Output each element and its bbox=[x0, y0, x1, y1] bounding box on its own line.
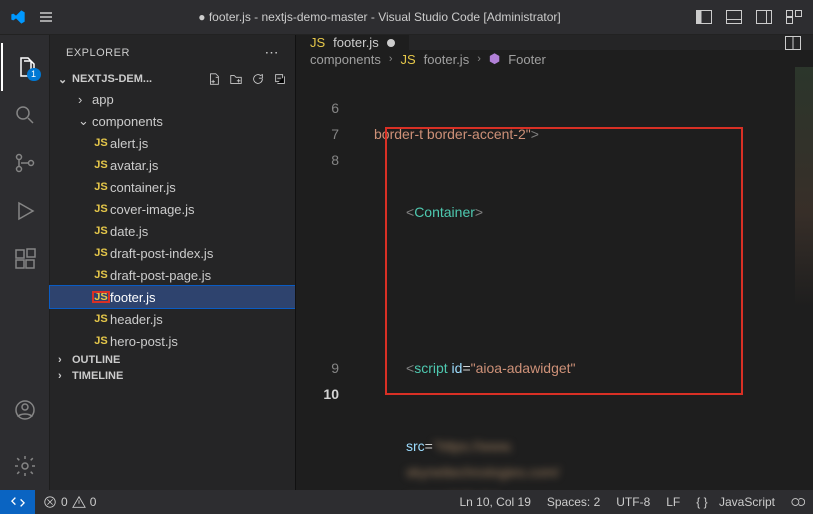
chevron-right-icon: › bbox=[58, 354, 72, 366]
vscode-logo-icon bbox=[10, 9, 26, 25]
chevron-down-icon: ⌄ bbox=[78, 113, 92, 129]
encoding-status[interactable]: UTF-8 bbox=[608, 495, 658, 509]
line-gutter: 6 7 8 9 10 bbox=[296, 67, 354, 490]
js-file-icon: JS bbox=[401, 52, 416, 67]
code-editor[interactable]: 6 7 8 9 10 border-t border-accent-2"> <C… bbox=[296, 67, 813, 490]
folder-components[interactable]: ⌄components bbox=[50, 110, 295, 132]
new-folder-icon[interactable] bbox=[229, 72, 243, 86]
js-file-icon: JS bbox=[310, 35, 325, 50]
minimap[interactable] bbox=[795, 67, 813, 307]
collapse-all-icon[interactable] bbox=[273, 72, 287, 86]
tab-footer-js[interactable]: JS footer.js bbox=[296, 35, 409, 50]
file-header[interactable]: JSheader.js bbox=[50, 308, 295, 330]
js-file-icon: JS bbox=[92, 291, 110, 303]
workspace-section-header[interactable]: ⌄ NEXTJS-DEM... bbox=[50, 70, 295, 88]
js-file-icon: JS bbox=[92, 269, 110, 281]
language-status[interactable]: { } JavaScript bbox=[688, 495, 783, 509]
split-editor-icon[interactable] bbox=[773, 35, 813, 50]
outline-section-header[interactable]: ›OUTLINE bbox=[50, 352, 295, 368]
file-avatar[interactable]: JSavatar.js bbox=[50, 154, 295, 176]
folder-app[interactable]: ›app bbox=[50, 88, 295, 110]
tab-label: footer.js bbox=[333, 35, 379, 50]
editor-tabs: JS footer.js bbox=[296, 35, 813, 51]
explorer-activity-icon[interactable]: 1 bbox=[1, 43, 49, 91]
search-activity-icon[interactable] bbox=[1, 91, 49, 139]
js-file-icon: JS bbox=[92, 247, 110, 259]
explorer-badge: 1 bbox=[27, 68, 41, 81]
file-draft-post-index[interactable]: JSdraft-post-index.js bbox=[50, 242, 295, 264]
run-debug-activity-icon[interactable] bbox=[1, 187, 49, 235]
problems-status[interactable]: 0 0 bbox=[35, 495, 104, 509]
explorer-title: EXPLORER bbox=[66, 47, 130, 59]
code-content[interactable]: border-t border-accent-2"> <Container> <… bbox=[354, 67, 813, 490]
layout-right-icon[interactable] bbox=[755, 8, 773, 26]
sidebar-header: EXPLORER ⋯ bbox=[50, 35, 295, 70]
file-alert[interactable]: JSalert.js bbox=[50, 132, 295, 154]
js-file-icon: JS bbox=[92, 313, 110, 325]
window-title: ● footer.js - nextjs-demo-master - Visua… bbox=[64, 10, 695, 24]
layout-bottom-icon[interactable] bbox=[725, 8, 743, 26]
refresh-icon[interactable] bbox=[251, 72, 265, 86]
editor-area: JS footer.js components › JS footer.js ›… bbox=[295, 35, 813, 490]
eol-status[interactable]: LF bbox=[658, 495, 688, 509]
js-file-icon: JS bbox=[92, 159, 110, 171]
file-hero-post[interactable]: JShero-post.js bbox=[50, 330, 295, 352]
js-file-icon: JS bbox=[92, 335, 110, 347]
source-control-activity-icon[interactable] bbox=[1, 139, 49, 187]
layout-left-icon[interactable] bbox=[695, 8, 713, 26]
file-container[interactable]: JScontainer.js bbox=[50, 176, 295, 198]
js-file-icon: JS bbox=[92, 181, 110, 193]
breadcrumb-symbol[interactable]: Footer bbox=[508, 52, 546, 67]
customize-layout-icon[interactable] bbox=[785, 8, 803, 26]
chevron-right-icon: › bbox=[58, 370, 72, 382]
file-date[interactable]: JSdate.js bbox=[50, 220, 295, 242]
workspace-name: NEXTJS-DEM... bbox=[72, 73, 152, 85]
feedback-icon[interactable] bbox=[783, 495, 813, 509]
file-draft-post-page[interactable]: JSdraft-post-page.js bbox=[50, 264, 295, 286]
new-file-icon[interactable] bbox=[207, 72, 221, 86]
cursor-position[interactable]: Ln 10, Col 19 bbox=[451, 495, 538, 509]
more-actions-icon[interactable]: ⋯ bbox=[265, 44, 280, 61]
js-file-icon: JS bbox=[92, 203, 110, 215]
activity-bar: 1 bbox=[0, 35, 50, 490]
file-cover-image[interactable]: JScover-image.js bbox=[50, 198, 295, 220]
modified-dot-icon bbox=[387, 39, 395, 47]
breadcrumb-components[interactable]: components bbox=[310, 52, 381, 67]
js-file-icon: JS bbox=[92, 225, 110, 237]
chevron-down-icon: ⌄ bbox=[58, 73, 72, 86]
accounts-activity-icon[interactable] bbox=[1, 386, 49, 434]
symbol-icon: ⬢ bbox=[489, 51, 500, 67]
layout-controls bbox=[695, 8, 803, 26]
chevron-right-icon: › bbox=[78, 92, 92, 107]
indentation-status[interactable]: Spaces: 2 bbox=[539, 495, 608, 509]
extensions-activity-icon[interactable] bbox=[1, 235, 49, 283]
chevron-right-icon: › bbox=[389, 53, 393, 65]
file-footer[interactable]: JSfooter.js bbox=[50, 286, 295, 308]
breadcrumbs[interactable]: components › JS footer.js › ⬢ Footer bbox=[296, 51, 813, 67]
settings-activity-icon[interactable] bbox=[1, 442, 49, 490]
status-bar: 0 0 Ln 10, Col 19 Spaces: 2 UTF-8 LF { }… bbox=[0, 490, 813, 514]
js-file-icon: JS bbox=[92, 137, 110, 149]
breadcrumb-file[interactable]: footer.js bbox=[424, 52, 470, 67]
chevron-right-icon: › bbox=[477, 53, 481, 65]
sidebar: EXPLORER ⋯ ⌄ NEXTJS-DEM... ›app ⌄compone… bbox=[50, 35, 295, 490]
file-tree: ›app ⌄components JSalert.js JSavatar.js … bbox=[50, 88, 295, 352]
remote-indicator[interactable] bbox=[0, 490, 35, 514]
timeline-section-header[interactable]: ›TIMELINE bbox=[50, 368, 295, 384]
menu-icon[interactable] bbox=[38, 9, 54, 25]
titlebar: ● footer.js - nextjs-demo-master - Visua… bbox=[0, 0, 813, 35]
